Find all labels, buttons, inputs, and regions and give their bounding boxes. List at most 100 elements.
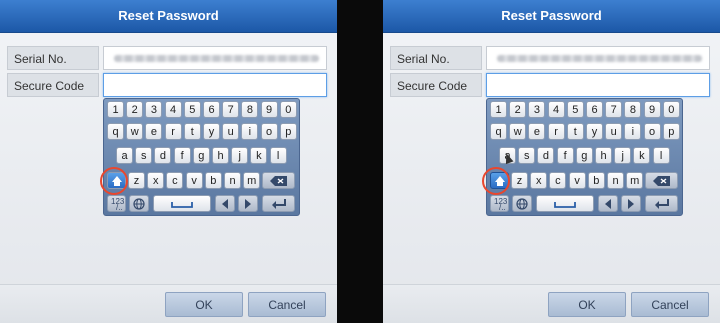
backspace-key[interactable] — [645, 172, 678, 189]
key-z[interactable]: z — [128, 172, 145, 189]
serial-field — [486, 46, 710, 70]
key-o[interactable]: o — [643, 123, 661, 140]
key-s[interactable]: s — [518, 147, 536, 164]
secure-code-label: Secure Code — [390, 73, 482, 97]
shift-highlight-circle — [100, 167, 128, 195]
key-9[interactable]: 9 — [260, 101, 278, 118]
arrow-left-key[interactable] — [598, 195, 618, 212]
arrow-right-key[interactable] — [621, 195, 641, 212]
key-2[interactable]: 2 — [509, 101, 527, 118]
key-7[interactable]: 7 — [222, 101, 240, 118]
key-b[interactable]: b — [204, 172, 222, 189]
key-i[interactable]: i — [624, 123, 642, 140]
cancel-button[interactable]: Cancel — [631, 292, 709, 317]
key-f[interactable]: f — [173, 147, 191, 164]
key-g[interactable]: g — [192, 147, 210, 164]
dialog-footer: OK Cancel — [383, 284, 720, 323]
space-key[interactable] — [536, 195, 594, 212]
key-o[interactable]: o — [260, 123, 278, 140]
key-w[interactable]: w — [509, 123, 527, 140]
key-2[interactable]: 2 — [126, 101, 144, 118]
key-e[interactable]: e — [145, 123, 163, 140]
key-y[interactable]: y — [203, 123, 220, 140]
globe-key[interactable] — [512, 195, 532, 212]
mode-key[interactable]: 123/.. — [490, 195, 509, 212]
key-m[interactable]: m — [243, 172, 261, 189]
key-h[interactable]: h — [595, 147, 612, 164]
key-5[interactable]: 5 — [566, 101, 584, 118]
key-t[interactable]: t — [183, 123, 201, 140]
key-x[interactable]: x — [147, 172, 165, 189]
key-g[interactable]: g — [575, 147, 593, 164]
key-d[interactable]: d — [537, 147, 555, 164]
key-f[interactable]: f — [556, 147, 574, 164]
key-n[interactable]: n — [224, 172, 241, 189]
dialog-footer: OK Cancel — [0, 284, 337, 323]
key-v[interactable]: v — [568, 172, 586, 189]
key-5[interactable]: 5 — [183, 101, 201, 118]
key-k[interactable]: k — [633, 147, 651, 164]
backspace-key[interactable] — [262, 172, 295, 189]
key-1[interactable]: 1 — [107, 101, 124, 118]
key-u[interactable]: u — [222, 123, 240, 140]
key-t[interactable]: t — [566, 123, 584, 140]
ok-button[interactable]: OK — [165, 292, 243, 317]
key-y[interactable]: y — [586, 123, 603, 140]
enter-key[interactable] — [645, 195, 678, 212]
key-x[interactable]: x — [530, 172, 548, 189]
key-6[interactable]: 6 — [203, 101, 220, 118]
arrow-left-key[interactable] — [215, 195, 235, 212]
key-4[interactable]: 4 — [547, 101, 565, 118]
serial-row: Serial No. — [7, 46, 327, 70]
key-s[interactable]: s — [135, 147, 153, 164]
key-r[interactable]: r — [547, 123, 565, 140]
key-k[interactable]: k — [250, 147, 268, 164]
key-9[interactable]: 9 — [643, 101, 661, 118]
key-8[interactable]: 8 — [241, 101, 259, 118]
key-p[interactable]: p — [279, 123, 297, 140]
key-d[interactable]: d — [154, 147, 172, 164]
mode-key[interactable]: 123/.. — [107, 195, 126, 212]
key-0[interactable]: 0 — [662, 101, 680, 118]
space-key[interactable] — [153, 195, 211, 212]
ok-button[interactable]: OK — [548, 292, 626, 317]
key-n[interactable]: n — [607, 172, 624, 189]
secure-code-row: Secure Code — [7, 73, 327, 97]
key-u[interactable]: u — [605, 123, 623, 140]
enter-icon — [271, 199, 286, 209]
key-8[interactable]: 8 — [624, 101, 642, 118]
key-i[interactable]: i — [241, 123, 259, 140]
cancel-button[interactable]: Cancel — [248, 292, 326, 317]
key-a[interactable]: a — [116, 147, 133, 164]
key-p[interactable]: p — [662, 123, 680, 140]
arrow-right-key[interactable] — [238, 195, 258, 212]
key-7[interactable]: 7 — [605, 101, 623, 118]
key-1[interactable]: 1 — [490, 101, 507, 118]
enter-key[interactable] — [262, 195, 295, 212]
serial-label: Serial No. — [7, 46, 99, 70]
key-l[interactable]: l — [652, 147, 670, 164]
key-q[interactable]: q — [490, 123, 507, 140]
secure-code-input[interactable] — [103, 73, 327, 97]
key-3[interactable]: 3 — [145, 101, 163, 118]
key-0[interactable]: 0 — [279, 101, 297, 118]
key-j[interactable]: j — [614, 147, 632, 164]
key-j[interactable]: j — [231, 147, 249, 164]
secure-code-input[interactable] — [486, 73, 710, 97]
globe-key[interactable] — [129, 195, 149, 212]
key-3[interactable]: 3 — [528, 101, 546, 118]
key-m[interactable]: m — [626, 172, 644, 189]
key-b[interactable]: b — [587, 172, 605, 189]
key-e[interactable]: e — [528, 123, 546, 140]
key-w[interactable]: w — [126, 123, 144, 140]
key-l[interactable]: l — [269, 147, 287, 164]
key-c[interactable]: c — [549, 172, 567, 189]
key-h[interactable]: h — [212, 147, 229, 164]
key-v[interactable]: v — [185, 172, 203, 189]
key-4[interactable]: 4 — [164, 101, 182, 118]
key-6[interactable]: 6 — [586, 101, 603, 118]
key-z[interactable]: z — [511, 172, 528, 189]
key-r[interactable]: r — [164, 123, 182, 140]
key-c[interactable]: c — [166, 172, 184, 189]
key-q[interactable]: q — [107, 123, 124, 140]
